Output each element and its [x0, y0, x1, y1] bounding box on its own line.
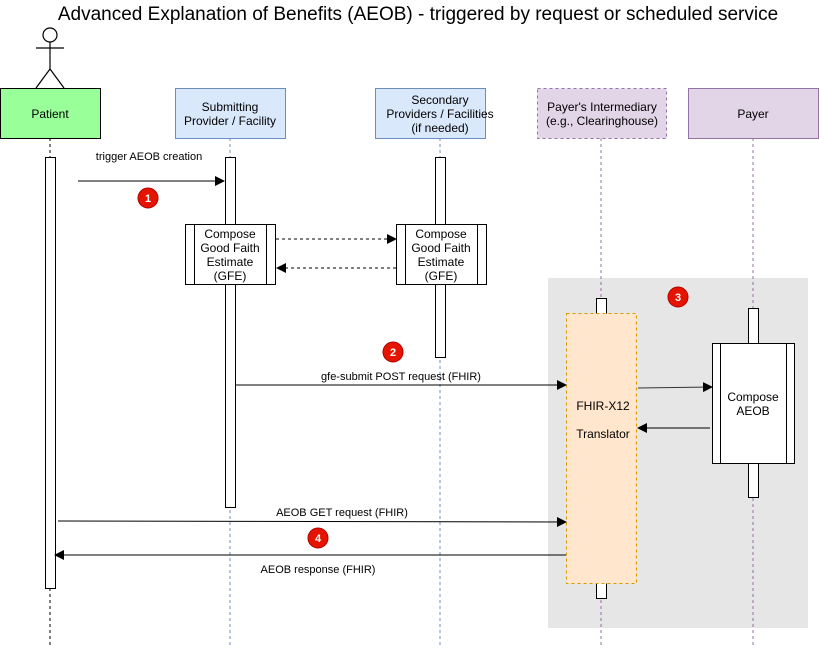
participant-label: Submitting: [202, 100, 259, 114]
process-label: Estimate: [418, 255, 465, 269]
participant-label: (if needed): [411, 121, 468, 135]
participant-label: Providers / Facilities: [386, 107, 493, 121]
process-label: (GFE): [425, 269, 458, 283]
participant-payer[interactable]: Payer: [688, 88, 819, 139]
message-label: AEOB response (FHIR): [261, 564, 376, 576]
message-label: AEOB GET request (FHIR): [276, 507, 408, 519]
participant-label: Patient: [31, 107, 69, 121]
step-badge-4: 4: [307, 527, 329, 549]
process-label: Compose: [204, 227, 256, 241]
participant-label: Secondary: [411, 93, 468, 107]
message-trigger: trigger AEOB creation: [78, 151, 225, 186]
process-label: Good Faith: [411, 241, 470, 255]
step-badge-2: 2: [382, 341, 404, 363]
participant-label: (e.g., Clearinghouse): [546, 114, 658, 128]
step-badge-3: 3: [667, 286, 689, 308]
message-aeob-response: AEOB response (FHIR): [54, 550, 566, 576]
participant-secondary-providers[interactable]: Secondary Providers / Facilities (if nee…: [375, 88, 494, 139]
process-label: Compose: [415, 227, 467, 241]
sequence-diagram: Advanced Explanation of Benefits (AEOB) …: [0, 4, 819, 645]
process-label: Good Faith: [200, 241, 259, 255]
participant-label: Provider / Facility: [184, 114, 276, 128]
process-label: Compose: [727, 390, 779, 404]
process-label: (GFE): [214, 269, 247, 283]
message-label: gfe-submit POST request (FHIR): [321, 371, 481, 383]
fhir-x12-translator[interactable]: FHIR-X12 Translator: [566, 313, 637, 584]
svg-text:1: 1: [145, 193, 151, 205]
participant-label: Payer: [737, 107, 768, 121]
process-label: FHIR-X12: [576, 399, 630, 413]
svg-text:2: 2: [390, 347, 396, 359]
participant-patient[interactable]: Patient: [0, 88, 101, 139]
svg-text:3: 3: [675, 292, 681, 304]
patient-actor-icon: [35, 27, 65, 89]
diagram-title: Advanced Explanation of Benefits (AEOB) …: [58, 4, 778, 25]
process-label: Translator: [576, 427, 630, 441]
svg-text:4: 4: [315, 533, 322, 545]
message-label: trigger AEOB creation: [96, 151, 202, 163]
participant-submitting-provider[interactable]: Submitting Provider / Facility: [175, 88, 286, 139]
message-gfe-submit: gfe-submit POST request (FHIR): [235, 371, 567, 390]
compose-gfe-secondary[interactable]: Compose Good Faith Estimate (GFE): [396, 224, 487, 285]
process-label: AEOB: [736, 404, 769, 418]
participant-label: Payer's Intermediary: [547, 100, 657, 114]
compose-gfe-submitting[interactable]: Compose Good Faith Estimate (GFE): [185, 224, 276, 285]
process-label: Estimate: [207, 255, 254, 269]
message-aeob-get: AEOB GET request (FHIR): [57, 507, 567, 527]
compose-aeob[interactable]: Compose AEOB: [712, 343, 795, 464]
patient-activation: [45, 157, 56, 589]
submitting-activation: [225, 157, 236, 508]
participant-payers-intermediary[interactable]: Payer's Intermediary (e.g., Clearinghous…: [537, 88, 667, 139]
step-badge-1: 1: [137, 187, 159, 209]
